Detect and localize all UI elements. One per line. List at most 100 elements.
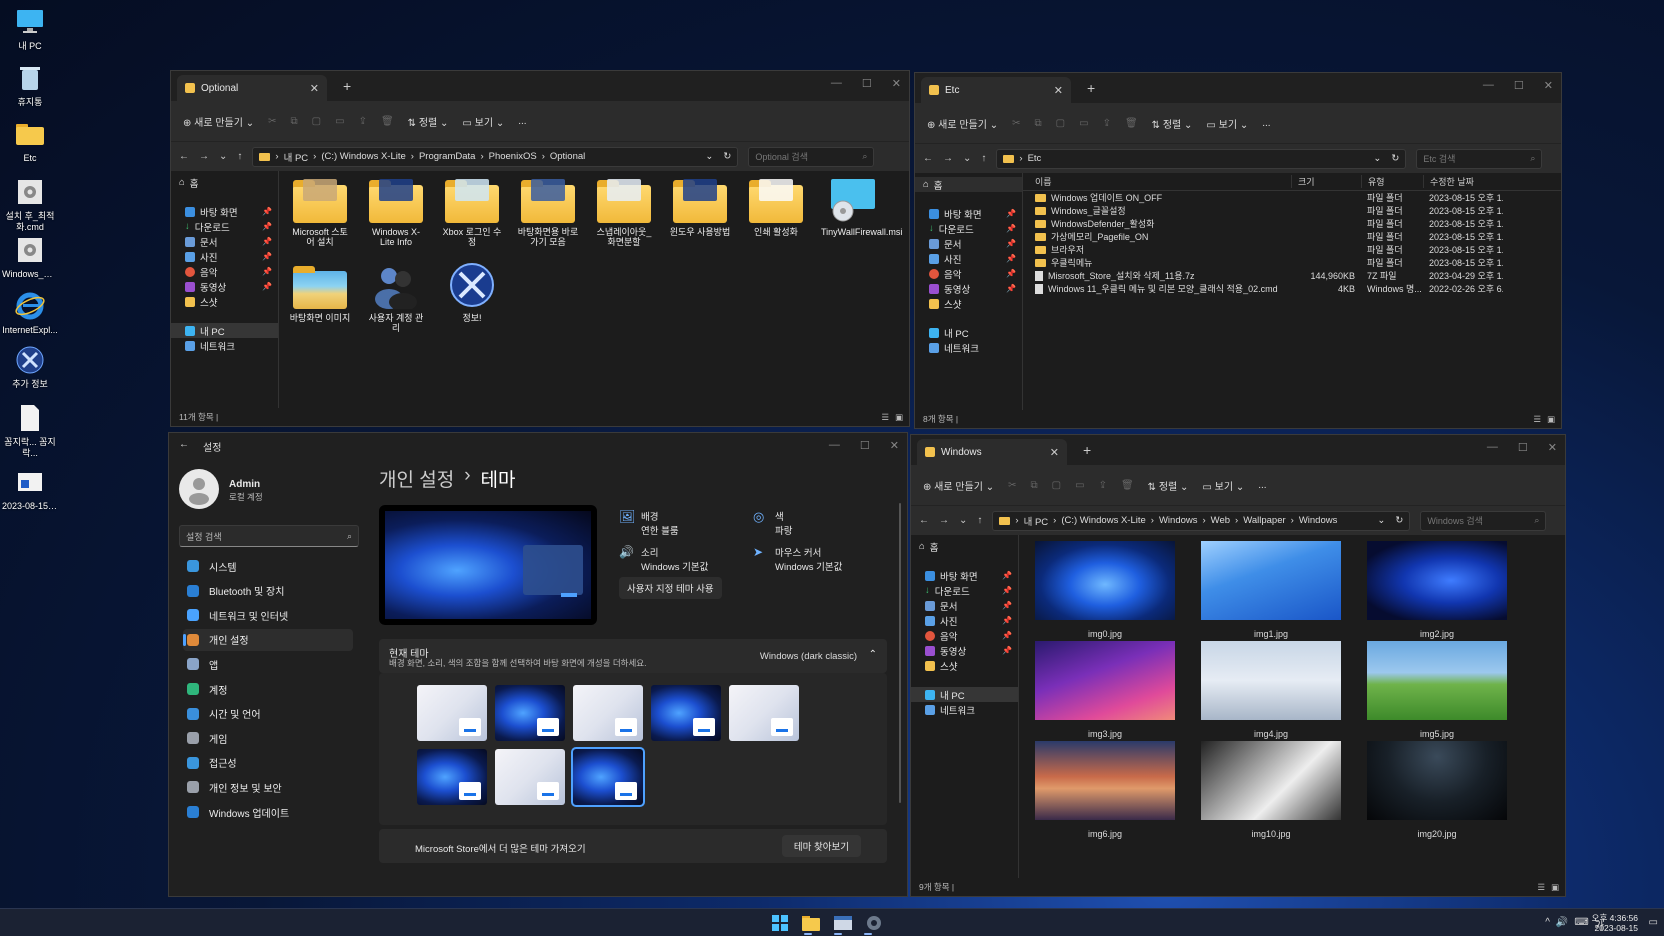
settings-nav-item[interactable]: 게임 — [183, 727, 353, 749]
new-button[interactable]: ⊕ 새로 만들기 ⌄ — [927, 116, 998, 131]
column-header-size[interactable]: 크기 — [1291, 175, 1361, 188]
list-item[interactable]: Windows_글꼴설정 파일 폴더 2023-08-15 오후 1... — [1023, 204, 1561, 217]
nav-item-desktop[interactable]: 바탕 화면 📌 — [915, 206, 1022, 221]
tab-optional[interactable]: Optional ✕ — [177, 75, 327, 101]
nav-item-network[interactable]: 네트워크 — [171, 338, 278, 353]
maximize-icon[interactable]: ☐ — [862, 77, 872, 90]
file-explorer-taskbar-icon[interactable] — [802, 915, 820, 931]
nav-item-music[interactable]: 음악 📌 — [915, 266, 1022, 281]
file-item[interactable]: 바탕화면 이미지 — [289, 263, 351, 323]
copy-icon[interactable]: ⧉ — [1035, 118, 1042, 129]
nav-item-videos[interactable]: 동영상 📌 — [171, 279, 278, 294]
nav-item-home[interactable]: ⌂ 홈 — [915, 177, 1022, 192]
new-button[interactable]: ⊕ 새로 만들기 ⌄ — [923, 478, 994, 493]
paste-icon[interactable]: ▢ — [1052, 480, 1061, 491]
nav-item-music[interactable]: 음악 📌 — [911, 628, 1018, 643]
desktop-icon-this-pc[interactable]: 내 PC — [2, 6, 58, 52]
column-header-type[interactable]: 유형 — [1361, 175, 1423, 188]
rename-icon[interactable]: ▭ — [1075, 480, 1084, 491]
desktop-icon-optimize-cmd[interactable]: 설치 후_최적화.cmd — [2, 176, 58, 233]
refresh-icon[interactable]: ↻ — [1395, 515, 1403, 526]
scrollbar[interactable] — [899, 503, 901, 803]
chevron-down-icon[interactable]: ⌄ — [705, 151, 713, 162]
image-thumbnail[interactable]: img4.jpg — [1201, 641, 1341, 739]
nav-item-screenshots[interactable]: 스샷 — [171, 294, 278, 309]
theme-swatch[interactable] — [495, 749, 565, 805]
rename-icon[interactable]: ▭ — [1079, 118, 1088, 129]
file-item[interactable]: Xbox 로그인 수정 — [441, 177, 503, 247]
close-tab-icon[interactable]: ✕ — [1054, 84, 1063, 97]
maximize-icon[interactable]: ☐ — [1518, 441, 1528, 454]
details-view-icon[interactable]: ☰ — [1537, 882, 1545, 893]
file-item[interactable]: TinyWallFirewall.msi — [821, 177, 902, 237]
nav-item-screenshots[interactable]: 스샷 — [911, 658, 1018, 673]
settings-nav-item[interactable]: 개인 정보 및 보안 — [183, 776, 353, 798]
image-thumbnail[interactable]: img1.jpg — [1201, 541, 1341, 639]
nav-item-home[interactable]: ⌂ 홈 — [171, 175, 278, 190]
settings-nav-item[interactable]: 계정 — [183, 678, 353, 700]
details-view-icon[interactable]: ☰ — [1533, 414, 1541, 425]
list-item[interactable]: 브라우저 파일 폴더 2023-08-15 오후 1... — [1023, 243, 1561, 256]
details-view-icon[interactable]: ☰ — [881, 412, 889, 423]
image-thumbnail[interactable]: img3.jpg — [1035, 641, 1175, 739]
forward-icon[interactable]: → — [939, 515, 949, 526]
file-item[interactable]: Windows X-Lite Info — [365, 177, 427, 247]
nav-item-screenshots[interactable]: 스샷 — [915, 296, 1022, 311]
breadcrumb-parent[interactable]: 개인 설정 — [379, 465, 454, 492]
tab-windows[interactable]: Windows ✕ — [917, 439, 1067, 465]
back-icon[interactable]: ← — [923, 153, 933, 164]
file-item[interactable]: 바탕화면용 바로가기 모음 — [517, 177, 579, 247]
settings-nav-item[interactable]: Windows 업데이트 — [183, 801, 353, 823]
view-button[interactable]: ▭ 보기 ⌄ — [462, 114, 504, 129]
share-icon[interactable]: ⇪ — [1099, 480, 1107, 491]
nav-item-network[interactable]: 네트워크 — [915, 340, 1022, 355]
view-button[interactable]: ▭ 보기 ⌄ — [1206, 116, 1248, 131]
settings-nav-item[interactable]: 시간 및 언어 — [183, 703, 353, 725]
nav-item-pictures[interactable]: 사진 📌 — [171, 249, 278, 264]
address-bar[interactable]: › Etc ⌄ ↻ — [996, 148, 1407, 169]
minimize-icon[interactable]: — — [1483, 79, 1494, 92]
search-input[interactable]: Etc 검색 ⌕ — [1416, 148, 1543, 169]
close-tab-icon[interactable]: ✕ — [310, 82, 319, 95]
recent-icon[interactable]: ⌄ — [219, 151, 227, 162]
share-icon[interactable]: ⇪ — [1103, 118, 1111, 129]
nav-item-this-pc[interactable]: 내 PC — [915, 325, 1022, 340]
search-input[interactable]: Optional 검색 ⌕ — [748, 146, 875, 167]
tab-etc[interactable]: Etc ✕ — [921, 77, 1071, 103]
image-thumbnail[interactable]: img10.jpg — [1201, 741, 1341, 839]
nav-item-music[interactable]: 음악 📌 — [171, 264, 278, 279]
up-icon[interactable]: ↑ — [237, 151, 242, 162]
forward-icon[interactable]: → — [943, 153, 953, 164]
column-header-date[interactable]: 수정한 날짜 — [1423, 175, 1503, 188]
column-header-name[interactable]: 이름 — [1023, 175, 1291, 188]
theme-swatch[interactable] — [651, 685, 721, 741]
recent-icon[interactable]: ⌄ — [963, 153, 971, 164]
file-item[interactable]: 인쇄 활성화 — [745, 177, 807, 237]
more-button[interactable]: ... — [1262, 118, 1270, 129]
file-item[interactable]: 스냅레이아웃_화면분할 — [593, 177, 655, 247]
cut-icon[interactable]: ✂ — [1008, 480, 1016, 491]
back-icon[interactable]: ← — [179, 439, 189, 454]
settings-taskbar-icon[interactable] — [866, 915, 882, 931]
refresh-icon[interactable]: ↻ — [1391, 153, 1399, 164]
list-item[interactable]: Misrosoft_Store_설치와 삭제_11용.7z 144,960KB 7Z… — [1023, 269, 1561, 282]
list-item[interactable]: WindowsDefender_활성화 파일 폴더 2023-08-15 오후 1.… — [1023, 217, 1561, 230]
paste-icon[interactable]: ▢ — [312, 116, 321, 127]
new-tab-button[interactable]: + — [1083, 442, 1091, 458]
share-icon[interactable]: ⇪ — [359, 116, 367, 127]
more-button[interactable]: ... — [1258, 480, 1266, 491]
theme-swatch[interactable] — [495, 685, 565, 741]
close-icon[interactable]: ✕ — [890, 439, 899, 452]
delete-icon[interactable]: 🗑 — [381, 116, 394, 127]
image-thumbnail[interactable]: img5.jpg — [1367, 641, 1507, 739]
nav-item-downloads[interactable]: ↓ 다운로드 📌 — [171, 219, 278, 234]
nav-item-downloads[interactable]: ↓ 다운로드 📌 — [915, 221, 1022, 236]
nav-item-downloads[interactable]: ↓ 다운로드 📌 — [911, 583, 1018, 598]
file-item[interactable]: Microsoft 스토어 설치 — [289, 177, 351, 247]
tiles-view-icon[interactable]: ▣ — [1551, 882, 1559, 893]
new-button[interactable]: ⊕ 새로 만들기 ⌄ — [183, 114, 254, 129]
view-button[interactable]: ▭ 보기 ⌄ — [1202, 478, 1244, 493]
file-item[interactable]: 사용자 계정 관리 — [365, 263, 427, 333]
current-theme-header[interactable]: 현재 테마 배경 화면, 소리, 색의 조합을 함께 선택하여 바탕 화면에 개… — [379, 639, 887, 673]
desktop-icon-windows-cmd[interactable]: Windows_정... — [2, 234, 58, 280]
